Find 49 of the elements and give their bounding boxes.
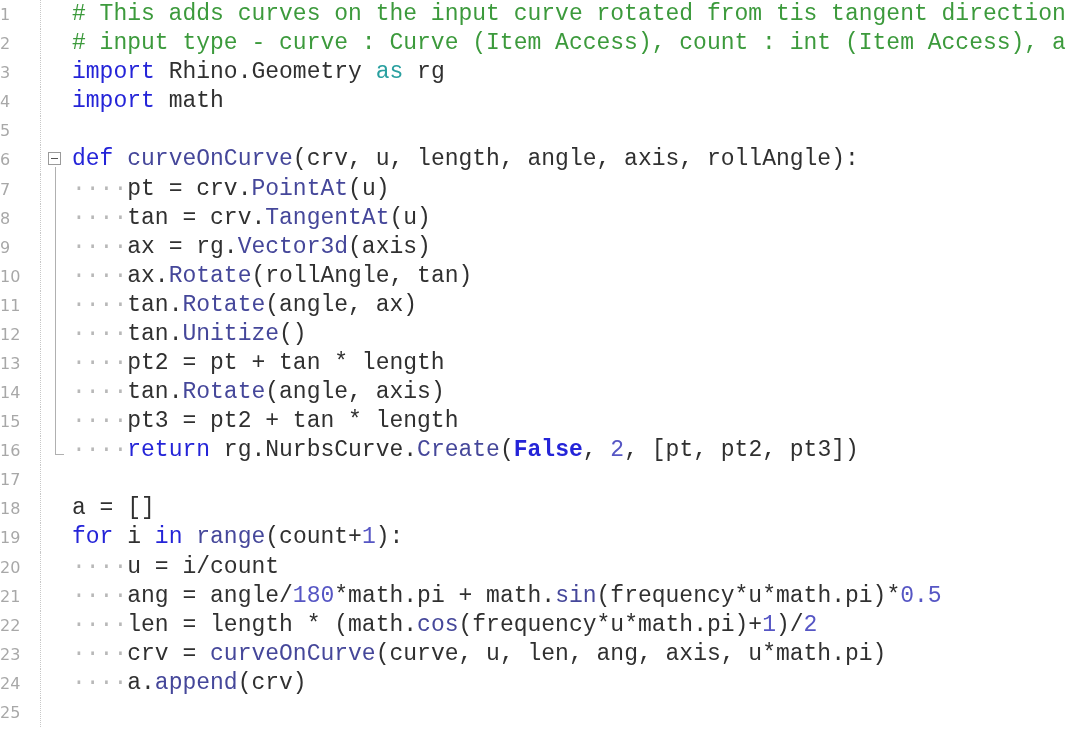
code-line: ····pt3 = pt2 + tan * length [72, 407, 459, 437]
line-number: 20 [0, 552, 41, 582]
line-number: 17 [0, 465, 41, 495]
line-number: 2 [0, 29, 41, 59]
line-number: 8 [0, 203, 41, 233]
line-number: 13 [0, 348, 41, 378]
fold-end-marker [55, 436, 64, 455]
line-number: 6 [0, 145, 41, 175]
line-number: 21 [0, 581, 41, 611]
line-number: 5 [0, 116, 41, 146]
code-line: ····return rg.NurbsCurve.Create(False, 2, [pt, pt2, pt3]) [72, 436, 859, 466]
code-line: ····tan.Unitize() [72, 319, 307, 349]
code-line: ····ax.Rotate(rollAngle, tan) [72, 261, 473, 291]
line-number: 9 [0, 232, 41, 262]
code-line: ····a.append(crv) [72, 668, 307, 698]
line-number: 10 [0, 261, 41, 291]
code-line: import math [72, 87, 224, 117]
code-line: ····tan.Rotate(angle, ax) [72, 290, 418, 320]
line-number: 1 [0, 0, 41, 30]
line-number: 12 [0, 319, 41, 349]
code-line: for i in range(count+1): [72, 523, 404, 553]
line-number: 4 [0, 87, 41, 117]
code-line: a = [] [72, 494, 155, 524]
code-line: ····pt = crv.PointAt(u) [72, 174, 390, 204]
code-line: ····crv = curveOnCurve(curve, u, len, ang, axis, u*math.pi) [72, 639, 887, 669]
line-number: 16 [0, 436, 41, 466]
line-number: 11 [0, 290, 41, 320]
code-line: ····ang = angle/180*math.pi + math.sin(frequency*u*math.pi)*0.5 [72, 581, 942, 611]
code-line: ····pt2 = pt + tan * length [72, 348, 445, 378]
code-line: ····tan = crv.TangentAt(u) [72, 203, 431, 233]
code-line: ····ax = rg.Vector3d(axis) [72, 232, 431, 262]
code-line: ····tan.Rotate(angle, axis) [72, 378, 445, 408]
line-number: 15 [0, 407, 41, 437]
line-number: 7 [0, 174, 41, 204]
code-comment: # input type - curve : Curve (Item Access), count : int (Item Access), a [72, 29, 1066, 59]
code-comment: # This adds curves on the input curve rotated from tis tangent direction [72, 0, 1066, 30]
code-line: ····len = length * (math.cos(frequency*u*math.pi)+1)/2 [72, 610, 818, 640]
line-number: 18 [0, 494, 41, 524]
code-line: ····u = i/count [72, 552, 280, 582]
line-number: 14 [0, 378, 41, 408]
line-number: 25 [0, 697, 41, 727]
line-number: 3 [0, 58, 41, 88]
line-number: 24 [0, 668, 41, 698]
line-number: 19 [0, 523, 41, 553]
line-number: 22 [0, 610, 41, 640]
code-line: def curveOnCurve(crv, u, length, angle, axis, rollAngle): [72, 145, 859, 175]
collapse-icon[interactable] [48, 152, 61, 166]
code-line: import Rhino.Geometry as rg [72, 58, 445, 88]
line-number: 23 [0, 639, 41, 669]
